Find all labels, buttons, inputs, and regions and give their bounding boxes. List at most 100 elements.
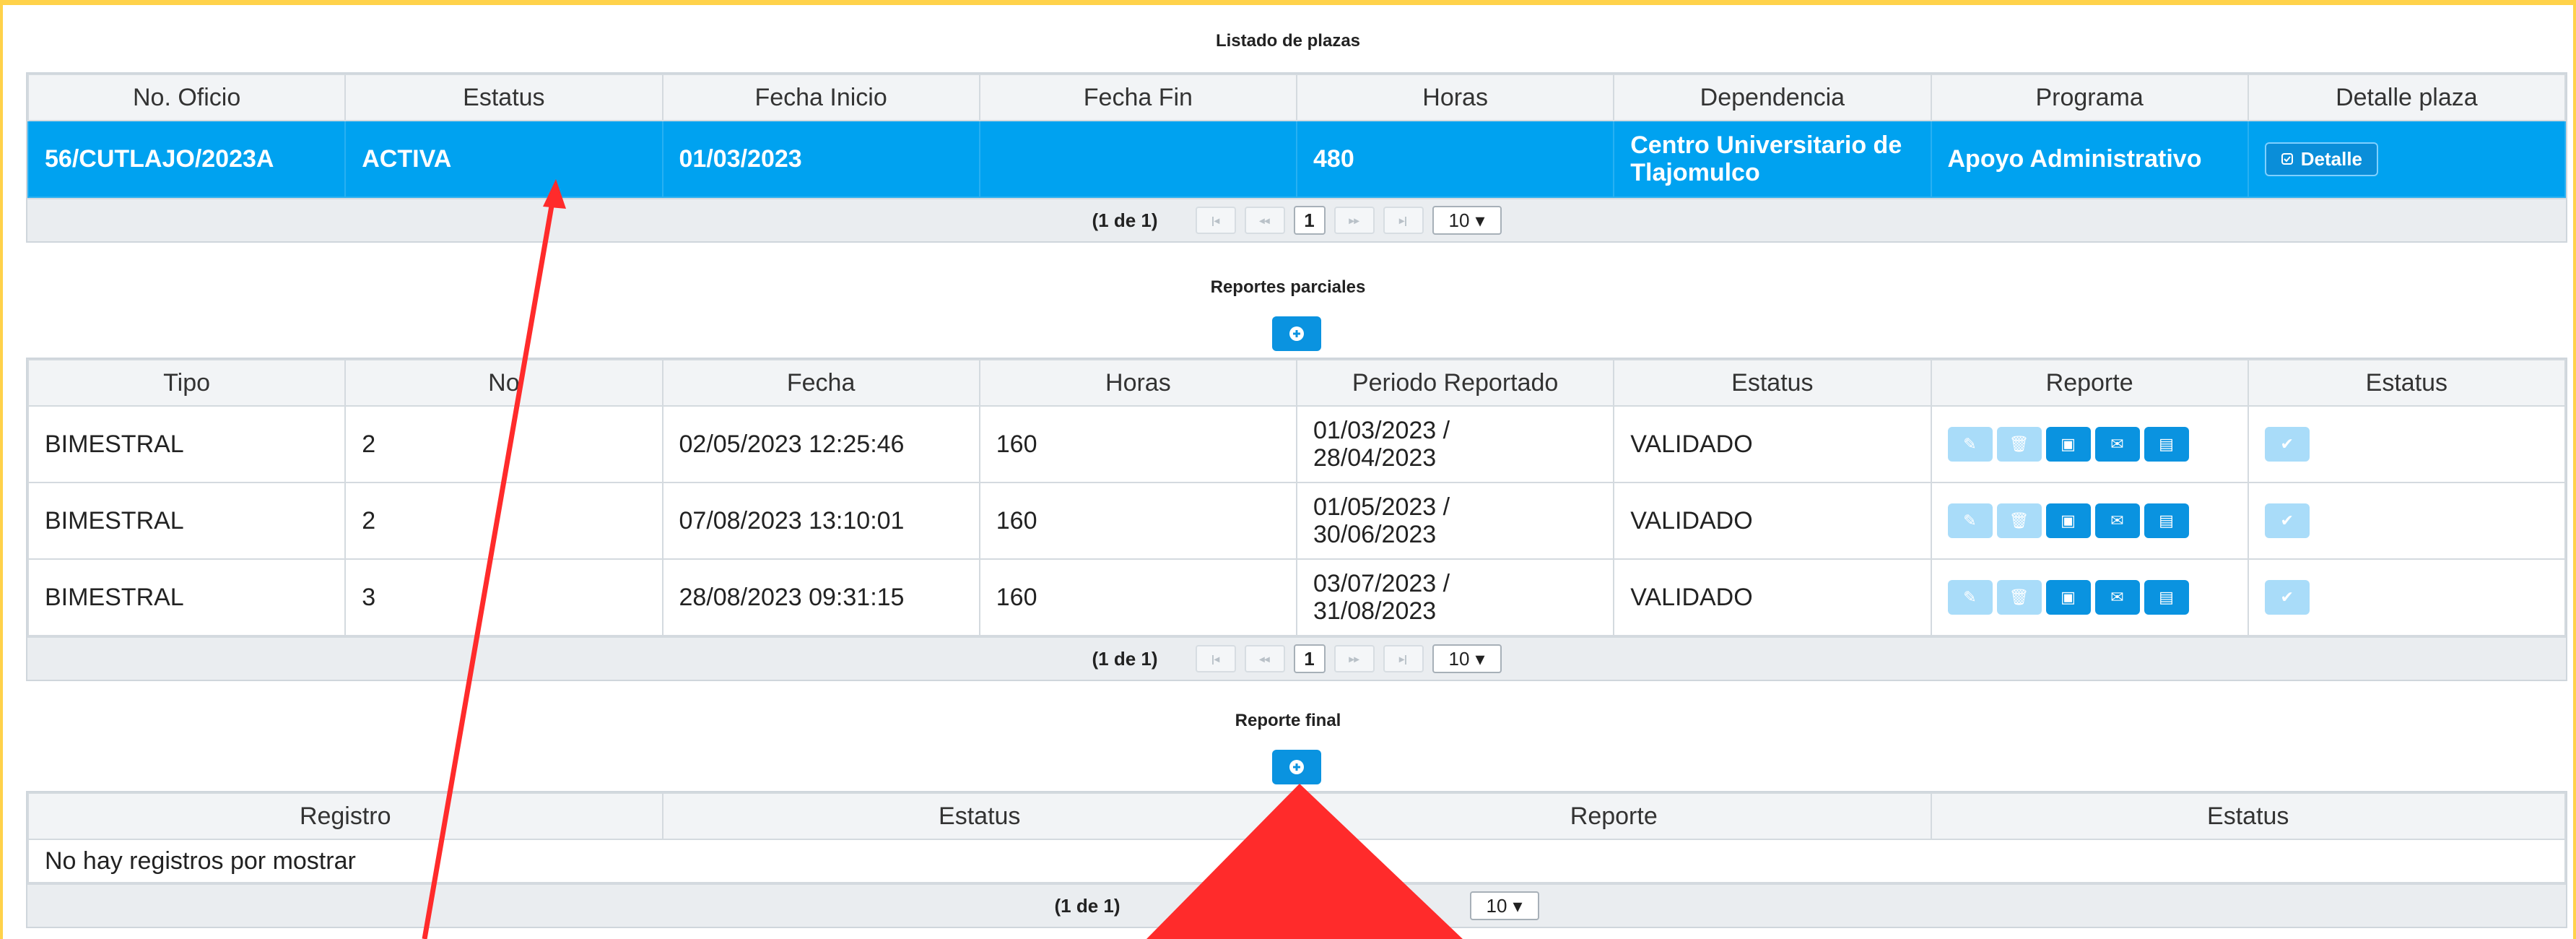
add-final-report-button[interactable] — [1272, 750, 1321, 784]
col-header[interactable]: Programa — [1930, 74, 2249, 121]
validate-button[interactable]: ✔ — [2264, 580, 2310, 615]
cell-periodo: 01/03/2023 /28/04/2023 — [1295, 405, 1615, 483]
trash-button[interactable]: 🗑 — [1996, 580, 2042, 615]
pencil-icon: ✎ — [1963, 588, 1977, 606]
view-button[interactable]: ▣ — [2045, 427, 2091, 462]
col-header[interactable]: Horas — [1295, 74, 1615, 121]
trash-icon: 🗑 — [2009, 511, 2029, 529]
comment-icon: ✉ — [2110, 511, 2124, 529]
cell-programa: Apoyo Administrativo — [1930, 120, 2249, 198]
panel-reportes-parciales: Reportes parciales Tipo No Fecha Horas P… — [3, 261, 2573, 698]
table-row[interactable]: BIMESTRAL 2 02/05/2023 12:25:46 160 01/03/20… — [27, 405, 2567, 483]
view-button[interactable]: ▣ — [2045, 503, 2091, 538]
periodo-line-1: 01/05/2023 / — [1313, 493, 1450, 521]
next-page-button[interactable]: ▸▸ — [1333, 207, 1375, 234]
col-header[interactable]: Estatus — [1613, 359, 1932, 407]
rows-per-page-select[interactable]: 10 ▾ — [1432, 644, 1502, 673]
trash-icon: 🗑 — [2009, 588, 2029, 606]
first-page-button[interactable]: |◂ — [1195, 645, 1236, 672]
col-header[interactable]: Estatus — [661, 792, 1297, 840]
col-header[interactable]: No. Oficio — [27, 74, 347, 121]
page-summary: (1 de 1) — [1092, 209, 1158, 231]
cell-fecha-inicio: 01/03/2023 — [661, 120, 980, 198]
paginator: (1 de 1) |◂ ◂◂ 1 ▸▸ ▸| 10 ▾ — [27, 636, 2566, 680]
pencil-button[interactable]: ✎ — [1947, 580, 1993, 615]
cell-no: 2 — [344, 482, 663, 560]
page-number[interactable]: 1 — [1293, 206, 1326, 235]
col-header[interactable]: Estatus — [2247, 359, 2567, 407]
validate-button[interactable]: ✔ — [2264, 427, 2310, 462]
cell-tipo: BIMESTRAL — [27, 405, 347, 483]
final-table: Registro Estatus Reporte Estatus No hay … — [26, 791, 2567, 928]
table-row-selected[interactable]: 56/CUTLAJO/2023A ACTIVA 01/03/2023 480 C… — [27, 120, 2567, 198]
view-icon: ▣ — [2061, 588, 2076, 606]
comment-button[interactable]: ✉ — [2094, 427, 2140, 462]
next-page-button[interactable]: ▸▸ — [1333, 645, 1375, 672]
add-report-button[interactable] — [1272, 316, 1321, 351]
prev-page-button[interactable]: ◂◂ — [1244, 207, 1285, 234]
view-button[interactable]: ▣ — [2045, 580, 2091, 615]
cell-reporte-actions: ✎ 🗑 ▣ ✉ ▤ — [1930, 405, 2249, 483]
pencil-button[interactable]: ✎ — [1947, 503, 1993, 538]
last-page-button[interactable]: ▸| — [1383, 645, 1424, 672]
cell-horas: 480 — [1295, 120, 1615, 198]
rows-per-page-value: 10 — [1448, 209, 1470, 231]
detalle-label: Detalle — [2300, 147, 2363, 170]
chevron-down-icon: ▾ — [1513, 894, 1523, 917]
cell-horas: 160 — [978, 405, 1298, 483]
chevron-down-icon: ▾ — [1475, 209, 1485, 231]
cell-estatus-action: ✔ — [2247, 405, 2567, 483]
rows-per-page-select[interactable]: 10 ▾ — [1469, 891, 1539, 920]
first-page-button[interactable]: |◂ — [1195, 207, 1236, 234]
save-button[interactable]: ▤ — [2144, 580, 2189, 615]
prev-page-button[interactable]: ◂◂ — [1244, 645, 1285, 672]
page-number[interactable]: 1 — [1293, 644, 1326, 673]
col-header[interactable]: Detalle plaza — [2247, 74, 2567, 121]
comment-button[interactable]: ✉ — [2094, 580, 2140, 615]
table-row[interactable]: BIMESTRAL 3 28/08/2023 09:31:15 160 03/07/20… — [27, 558, 2567, 636]
cell-estatus: ACTIVA — [344, 120, 663, 198]
trash-icon: 🗑 — [2009, 435, 2029, 453]
pencil-button[interactable]: ✎ — [1947, 427, 1993, 462]
periodo-line-2: 30/06/2023 — [1313, 521, 1437, 548]
col-header[interactable]: Estatus — [344, 74, 663, 121]
col-header[interactable]: Dependencia — [1613, 74, 1932, 121]
col-header[interactable]: Fecha Inicio — [661, 74, 980, 121]
plus-circle-icon — [1289, 326, 1304, 341]
cell-fecha: 07/08/2023 13:10:01 — [661, 482, 980, 560]
col-header[interactable]: Reporte — [1930, 359, 2249, 407]
detalle-button[interactable]: Detalle — [2264, 142, 2379, 176]
save-icon: ▤ — [2159, 435, 2174, 453]
col-header[interactable]: Estatus — [1930, 792, 2566, 840]
col-header[interactable]: Tipo — [27, 359, 347, 407]
col-header[interactable]: Periodo Reportado — [1295, 359, 1615, 407]
trash-button[interactable]: 🗑 — [1996, 503, 2042, 538]
last-page-button[interactable]: ▸| — [1383, 207, 1424, 234]
col-header[interactable]: Horas — [978, 359, 1298, 407]
col-header[interactable]: Reporte — [1296, 792, 1932, 840]
comment-button[interactable]: ✉ — [2094, 503, 2140, 538]
check-icon: ✔ — [2280, 588, 2294, 606]
rows-per-page-select[interactable]: 10 ▾ — [1432, 206, 1502, 235]
col-header[interactable]: No — [344, 359, 663, 407]
panel-listado-plazas: Listado de plazas No. Oficio Estatus Fec… — [3, 5, 2573, 264]
save-icon: ▤ — [2159, 588, 2174, 606]
table-row[interactable]: BIMESTRAL 2 07/08/2023 13:10:01 160 01/05/20… — [27, 482, 2567, 560]
save-button[interactable]: ▤ — [2144, 427, 2189, 462]
cell-dependencia: Centro Universitario de Tlajomulco — [1613, 120, 1932, 198]
cell-fecha-fin — [978, 120, 1298, 198]
validate-button[interactable]: ✔ — [2264, 503, 2310, 538]
cell-fecha: 28/08/2023 09:31:15 — [661, 558, 980, 636]
cell-estatus: VALIDADO — [1613, 405, 1932, 483]
pencil-icon: ✎ — [1963, 511, 1977, 529]
col-header[interactable]: Fecha Fin — [978, 74, 1298, 121]
col-header[interactable]: Fecha — [661, 359, 980, 407]
dependencia-line-1: Centro Universitario de — [1630, 131, 1902, 159]
cell-reporte-actions: ✎ 🗑 ▣ ✉ ▤ — [1930, 558, 2249, 636]
trash-button[interactable]: 🗑 — [1996, 427, 2042, 462]
cell-oficio: 56/CUTLAJO/2023A — [27, 120, 347, 198]
rows-per-page-value: 10 — [1486, 894, 1507, 917]
col-header[interactable]: Registro — [27, 792, 663, 840]
save-button[interactable]: ▤ — [2144, 503, 2189, 538]
parciales-table: Tipo No Fecha Horas Periodo Reportado Es… — [26, 358, 2567, 681]
